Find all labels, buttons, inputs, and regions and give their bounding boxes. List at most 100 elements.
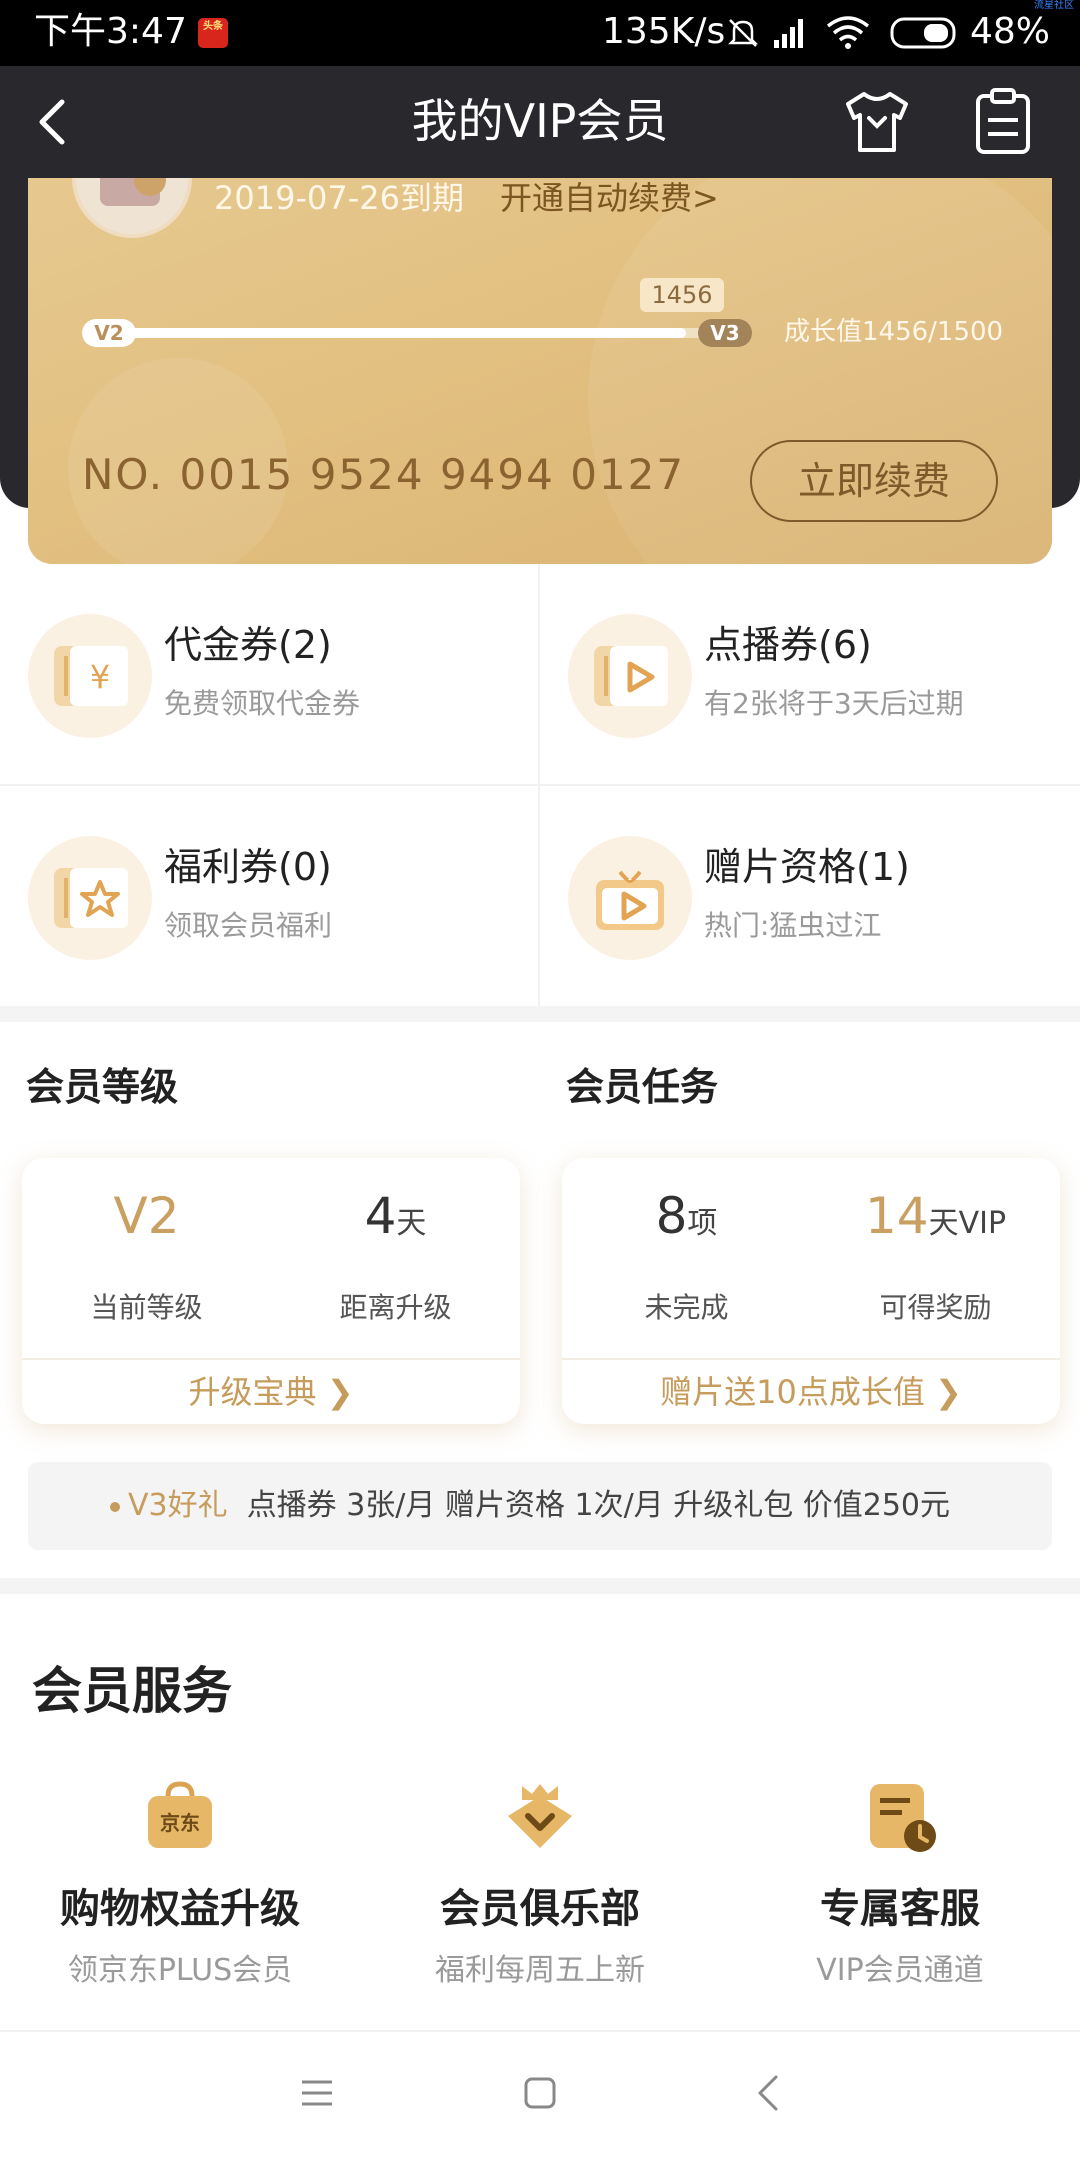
- service-support[interactable]: 专属客服 VIP会员通道: [720, 1780, 1080, 2000]
- days-to-upgrade: 4天: [271, 1186, 520, 1254]
- coupon-grid: ¥ 代金券(2) 免费领取代金券 点播券(6) 有2张将于3天后过期 福利券(0…: [0, 564, 1080, 1006]
- status-time: 下午3:47: [34, 11, 187, 52]
- days-unit: 天: [396, 1206, 427, 1241]
- play-ticket-icon: [594, 646, 668, 706]
- star-ticket-icon: [54, 868, 128, 928]
- services-section-title: 会员服务: [32, 1662, 232, 1720]
- service-title: 会员俱乐部: [440, 1886, 640, 1932]
- service-subtitle: 福利每周五上新: [435, 1953, 645, 1988]
- card-number: NO. 0015 9524 9494 0127: [82, 450, 686, 499]
- shopping-bag-icon: 京东: [148, 1781, 212, 1848]
- days-value: 4: [364, 1187, 397, 1245]
- current-level-value: V2: [113, 1187, 180, 1245]
- watermark-text: 流星社区: [1034, 0, 1074, 11]
- app-badge-icon: 头条: [198, 18, 228, 48]
- level-to-badge: V3: [698, 319, 752, 347]
- service-club[interactable]: 会员俱乐部 福利每周五上新: [360, 1780, 720, 2000]
- coupon-title: 赠片资格(1): [704, 845, 910, 889]
- yen-ticket-icon: ¥: [54, 646, 128, 706]
- svg-text:¥: ¥: [90, 658, 110, 696]
- coupon-icon-bg: [568, 836, 692, 960]
- upgrade-guide-label: 升级宝典: [188, 1373, 317, 1411]
- menu-icon[interactable]: [300, 2076, 334, 2110]
- wifi-icon: [826, 16, 870, 49]
- renew-button[interactable]: 立即续费: [750, 440, 998, 522]
- v3-gift-text: 点播券 3张/月 赠片资格 1次/月 升级礼包 价值250元: [246, 1488, 951, 1523]
- pending-tasks: 8项: [562, 1186, 811, 1254]
- current-level-label: 当前等级: [90, 1291, 203, 1324]
- service-subtitle: 领京东PLUS会员: [67, 1953, 293, 1988]
- days-label: 距离升级: [339, 1291, 452, 1324]
- task-section-title: 会员任务: [566, 1065, 719, 1109]
- coupon-welfare[interactable]: 福利券(0) 领取会员福利: [0, 786, 540, 1006]
- gift-play-icon: [596, 870, 664, 930]
- vip-member-card: 2019-07-26到期 开通自动续费> V2 V3 1456 成长值1456/…: [28, 178, 1052, 564]
- orders-button[interactable]: [970, 86, 1036, 156]
- section-separator: [0, 1006, 1080, 1022]
- level-from-badge: V2: [82, 319, 136, 347]
- service-shopping[interactable]: 京东 购物权益升级 领京东PLUS会员: [0, 1780, 360, 2000]
- section-separator: [0, 1578, 1080, 1594]
- coupon-subtitle: 免费领取代金券: [164, 687, 361, 720]
- coupon-icon-bg: ¥: [28, 614, 152, 738]
- growth-value-text: 成长值1456/1500: [784, 317, 1004, 347]
- nav-back-icon[interactable]: [754, 2074, 782, 2112]
- level-card: V2 4天 当前等级 距离升级 升级宝典 ❯: [22, 1158, 520, 1424]
- reward-unit: 天VIP: [928, 1206, 1007, 1241]
- battery-percent: 48%: [970, 11, 1051, 52]
- service-clock-icon: [870, 1784, 936, 1852]
- chevron-right-icon: ❯: [935, 1373, 962, 1411]
- bell-muted-icon: [727, 19, 759, 47]
- signal-icon: [774, 19, 803, 48]
- auto-renew-link[interactable]: 开通自动续费>: [500, 178, 719, 218]
- upgrade-guide-link[interactable]: 升级宝典 ❯: [22, 1364, 520, 1420]
- reward-label: 可得奖励: [879, 1291, 992, 1324]
- coupon-cash[interactable]: ¥ 代金券(2) 免费领取代金券: [0, 564, 540, 784]
- coupon-play[interactable]: 点播券(6) 有2张将于3天后过期: [540, 564, 1080, 784]
- coupon-subtitle: 热门:猛虫过江: [704, 909, 882, 942]
- growth-value-bubble: 1456: [640, 278, 724, 312]
- page-title: 我的VIP会员: [411, 94, 669, 148]
- network-speed: 135K/s: [602, 11, 726, 52]
- service-title: 专属客服: [820, 1886, 980, 1932]
- coupon-title: 福利券(0): [164, 845, 332, 889]
- avatar[interactable]: [72, 178, 192, 238]
- coupon-subtitle: 领取会员福利: [164, 909, 333, 942]
- task-count-unit: 项: [687, 1206, 718, 1241]
- coupon-icon-bg: [568, 614, 692, 738]
- task-count-value: 8: [655, 1187, 688, 1245]
- growth-progress-bar: [84, 328, 704, 338]
- service-subtitle: VIP会员通道: [816, 1953, 984, 1988]
- top-app-bar: 我的VIP会员: [0, 66, 1080, 178]
- coupon-gift-film[interactable]: 赠片资格(1) 热门:猛虫过江: [540, 786, 1080, 1006]
- coupon-title: 代金券(2): [164, 623, 332, 667]
- home-square-icon[interactable]: [523, 2076, 557, 2110]
- card-divider: [562, 1358, 1060, 1360]
- chevron-right-icon: ❯: [326, 1373, 354, 1411]
- level-section-title: 会员等级: [26, 1065, 179, 1109]
- growth-progress-fill: [84, 328, 687, 338]
- bag-logo-text: 京东: [160, 1811, 200, 1835]
- theme-button[interactable]: [842, 88, 912, 156]
- status-bar: 下午3:47 头条 135K/s 48% 流星社区: [0, 0, 1080, 66]
- coupon-icon-bg: [28, 836, 152, 960]
- coupon-subtitle: 有2张将于3天后过期: [704, 687, 964, 720]
- bullet-dot-icon: [110, 1502, 120, 1512]
- card-divider: [22, 1358, 520, 1360]
- clipboard-icon: [976, 88, 1030, 154]
- crown-badge-icon: [508, 1784, 572, 1848]
- task-count-label: 未完成: [644, 1291, 729, 1324]
- reward-value: 14: [864, 1187, 929, 1245]
- task-reward: 14天VIP: [811, 1186, 1060, 1254]
- expire-date: 2019-07-26到期: [214, 179, 464, 217]
- coupon-title: 点播券(6): [704, 623, 872, 667]
- battery-icon: [890, 17, 956, 49]
- v3-gift-label: V3好礼: [128, 1488, 228, 1523]
- tshirt-icon: [846, 92, 908, 152]
- v3-gift-banner[interactable]: V3好礼 点播券 3张/月 赠片资格 1次/月 升级礼包 价值250元: [28, 1462, 1052, 1550]
- gift-film-task-label: 赠片送10点成长值: [660, 1373, 925, 1411]
- gift-film-task-link[interactable]: 赠片送10点成长值 ❯: [562, 1364, 1060, 1420]
- task-card: 8项 14天VIP 未完成 可得奖励 赠片送10点成长值 ❯: [562, 1158, 1060, 1424]
- system-nav-bar: [0, 2030, 1080, 2160]
- service-title: 购物权益升级: [60, 1886, 300, 1932]
